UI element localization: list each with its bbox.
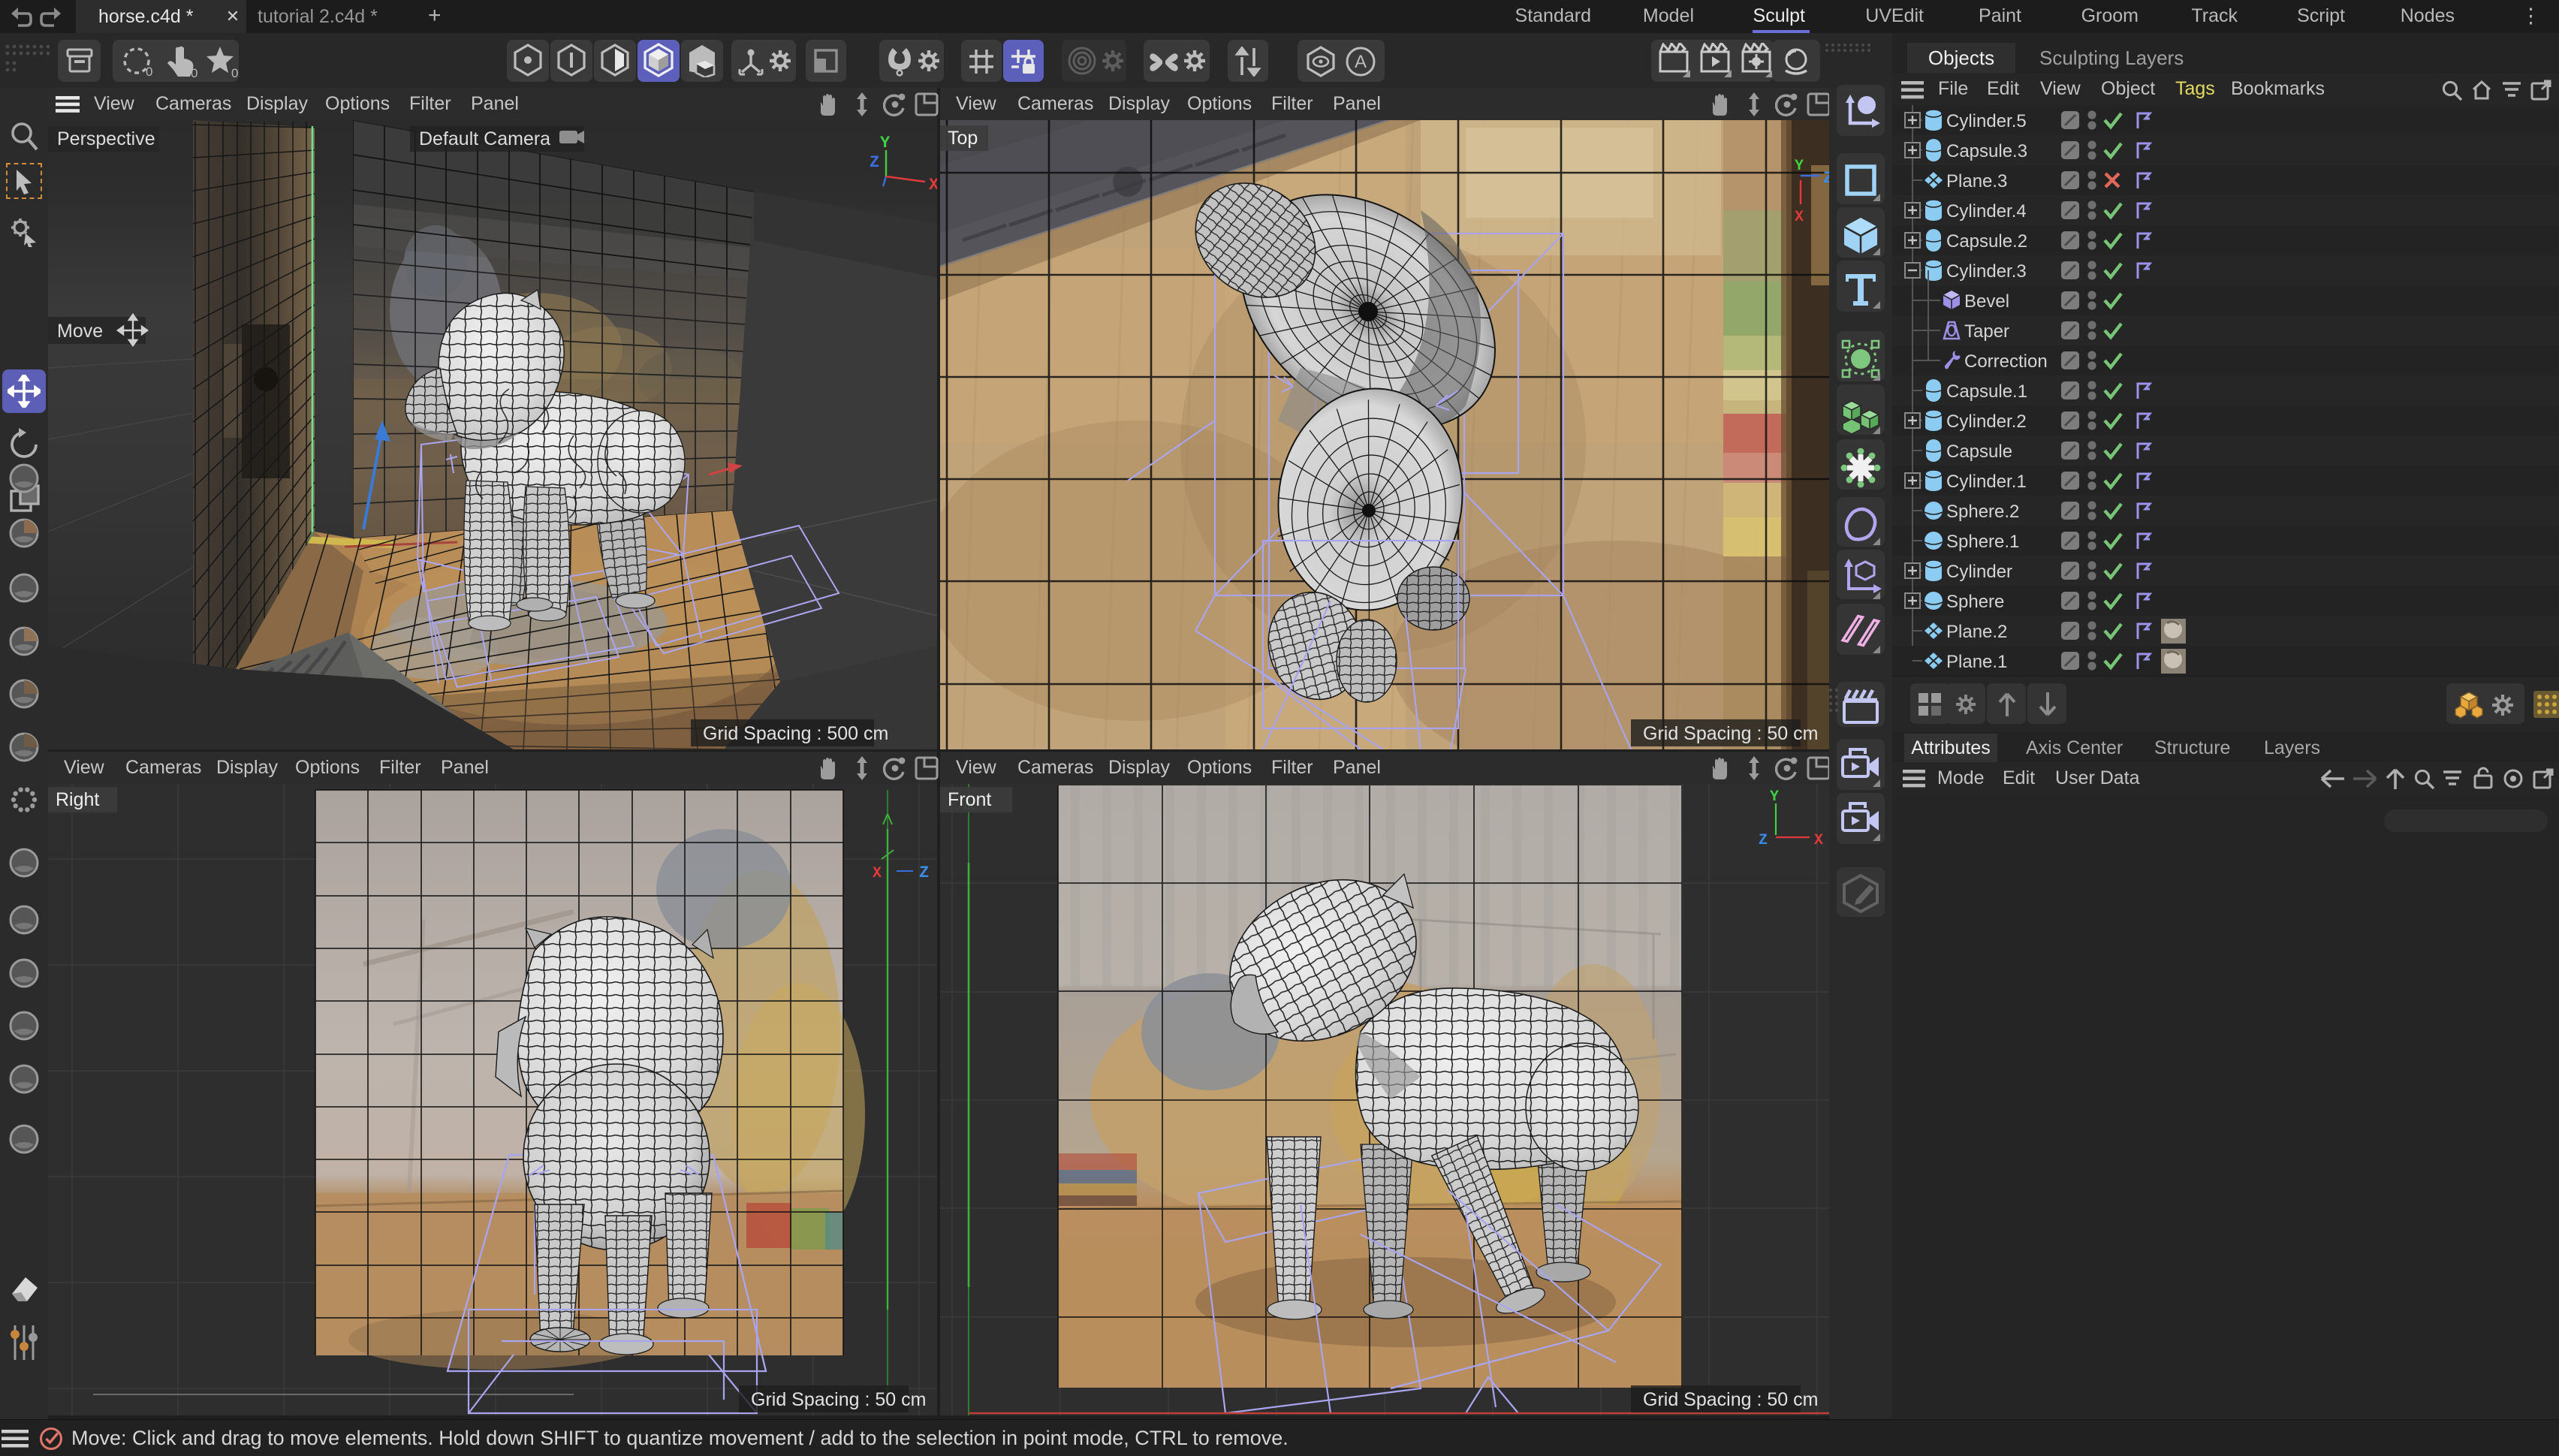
svg-text:Grid Spacing : 50 cm: Grid Spacing : 50 cm [751,1389,926,1410]
svg-text:Cylinder.4: Cylinder.4 [1946,201,2027,222]
svg-text:X: X [1814,832,1823,849]
svg-text:Right: Right [56,789,99,810]
svg-text:Taper: Taper [1964,321,2009,342]
svg-text:Cylinder.3: Cylinder.3 [1946,261,2027,282]
svg-text:Bevel: Bevel [1964,291,2009,312]
svg-text:X: X [873,865,882,882]
svg-text:Y: Y [1795,158,1804,175]
svg-text:Grid Spacing : 50 cm: Grid Spacing : 50 cm [1643,1389,1818,1410]
svg-text:Z: Z [1823,169,1829,188]
svg-text:Perspective: Perspective [57,128,155,149]
svg-text:Cylinder: Cylinder [1946,562,2012,582]
svg-text:Front: Front [948,789,991,810]
svg-text:Y: Y [1770,788,1779,806]
svg-text:Cylinder.2: Cylinder.2 [1946,411,2027,432]
svg-text:Capsule.2: Capsule.2 [1946,231,2027,252]
svg-text:Capsule: Capsule [1946,442,2012,462]
svg-text:0: 0 [231,66,238,79]
svg-text:Z: Z [870,153,879,172]
svg-text:0: 0 [146,65,152,79]
svg-text:Z: Z [1759,832,1768,849]
svg-text:Default Camera: Default Camera [419,128,550,149]
svg-text:Plane.1: Plane.1 [1946,652,2007,672]
svg-text:Top: Top [948,128,978,149]
svg-text:Capsule.1: Capsule.1 [1946,381,2027,402]
svg-text:Grid Spacing : 50 cm: Grid Spacing : 50 cm [1643,723,1818,744]
svg-text:Capsule.3: Capsule.3 [1946,141,2027,161]
svg-text:Plane.3: Plane.3 [1946,171,2007,191]
svg-text:X: X [1795,209,1804,226]
svg-text:0: 0 [191,66,197,79]
svg-text:Sphere.1: Sphere.1 [1946,532,2019,552]
svg-text:Y: Y [880,134,891,152]
svg-text:Plane.2: Plane.2 [1946,622,2007,642]
svg-text:X: X [929,176,937,194]
svg-text:Cylinder.5: Cylinder.5 [1946,111,2027,131]
svg-text:Cylinder.1: Cylinder.1 [1946,472,2027,492]
svg-text:Sphere: Sphere [1946,592,2004,612]
svg-text:Grid Spacing : 500 cm: Grid Spacing : 500 cm [703,723,888,744]
svg-text:Z: Z [919,864,929,882]
svg-text:Move: Move [57,321,103,342]
svg-text:Sphere.2: Sphere.2 [1946,502,2019,522]
svg-text:Correction: Correction [1964,351,2048,372]
svg-text:A: A [1355,52,1367,72]
